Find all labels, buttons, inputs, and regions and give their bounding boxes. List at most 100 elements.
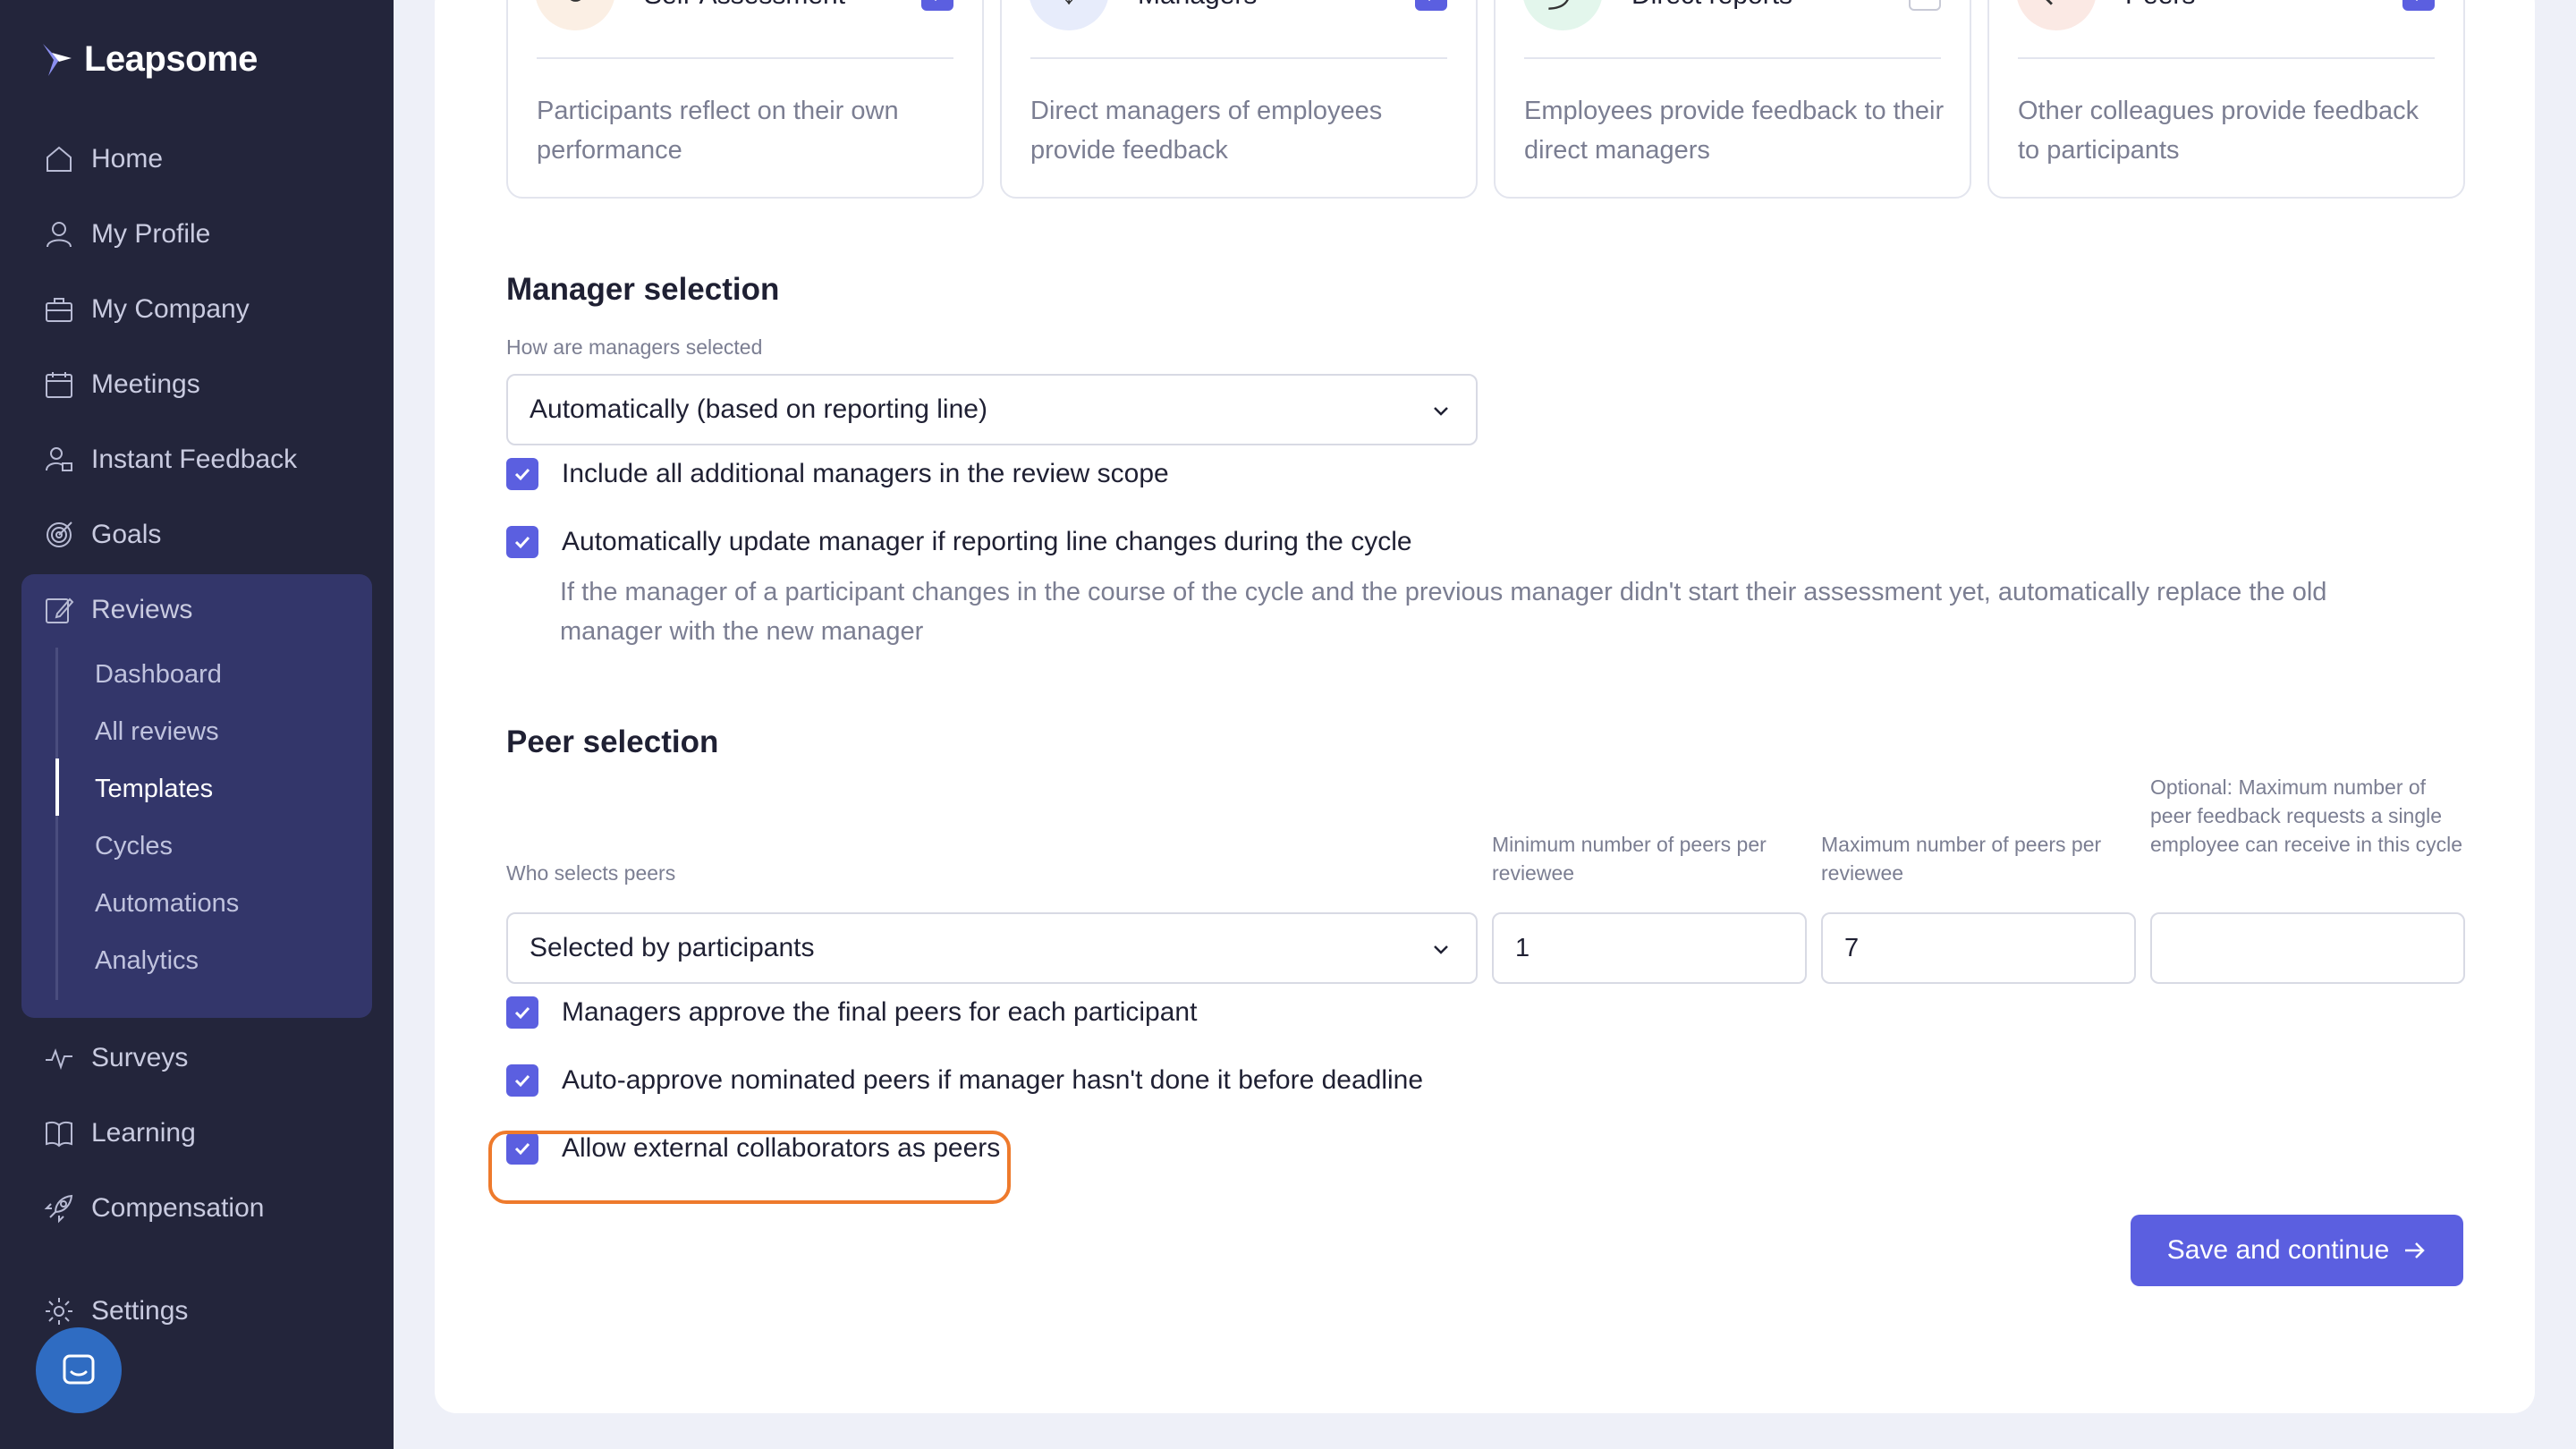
rocket-icon: [44, 1194, 73, 1224]
sidebar-subitem-automations[interactable]: Automations: [95, 878, 239, 928]
book-icon: [46, 1121, 72, 1148]
divider: [537, 57, 953, 59]
sidebar-item-label: My Profile: [91, 219, 211, 249]
sidebar-item-label: Home: [91, 144, 164, 174]
swap-icon: ⇄: [2016, 0, 2097, 30]
save-and-continue-button[interactable]: Save and continue: [2131, 1215, 2463, 1286]
provider-checkbox[interactable]: [1909, 0, 1941, 11]
chevron-down-icon: [1434, 945, 1448, 954]
sidebar-subitem-templates[interactable]: Templates: [95, 764, 213, 814]
arrow-down-icon: ↓: [1029, 0, 1109, 30]
sidebar-subitem-dashboard[interactable]: Dashboard: [95, 649, 222, 699]
sidebar-item-label: Reviews: [91, 595, 193, 624]
sidebar-item-label: My Company: [91, 294, 250, 324]
sidebar-item-label: Settings: [91, 1296, 189, 1326]
checkbox-label: Managers approve the final peers for eac…: [562, 997, 1198, 1027]
auto-update-manager-row[interactable]: Automatically update manager if reportin…: [506, 526, 1412, 558]
target-icon: [47, 521, 72, 547]
briefcase-icon: [46, 298, 72, 322]
manager-selection-title: Manager selection: [506, 272, 780, 307]
max-peers-input[interactable]: [1821, 912, 2136, 984]
sidebar-item-label: Learning: [91, 1118, 196, 1148]
sidebar-item-compensation[interactable]: Compensation: [43, 1183, 264, 1233]
max-peers-label: Maximum number of peers per reviewee: [1821, 833, 2102, 885]
manager-select-label: How are managers selected: [506, 335, 763, 359]
auto-update-manager-checkbox[interactable]: [506, 526, 538, 558]
save-button-label: Save and continue: [2166, 1235, 2390, 1265]
divider: [1030, 57, 1447, 59]
managers-approve-peers-checkbox[interactable]: [506, 996, 538, 1029]
sidebar-item-my-profile[interactable]: My Profile: [43, 209, 210, 259]
select-value: Selected by participants: [530, 933, 815, 962]
sidebar-item-learning[interactable]: Learning: [43, 1108, 196, 1158]
peer-selection-title: Peer selection: [506, 724, 719, 759]
sidebar-item-home[interactable]: Home: [43, 134, 163, 184]
checkbox-label: Auto-approve nominated peers if manager …: [562, 1065, 1424, 1095]
logo-text: Leapsome: [84, 39, 258, 79]
sidebar-item-label: Meetings: [91, 369, 200, 399]
sidebar-item-meetings[interactable]: Meetings: [43, 360, 200, 410]
sidebar-item-goals[interactable]: Goals: [43, 510, 161, 560]
home-icon: [47, 146, 72, 172]
min-peers-label: Minimum number of peers per reviewee: [1492, 833, 1767, 885]
support-chat-button[interactable]: [36, 1327, 122, 1413]
provider-card-direct-reports[interactable]: ⤴ Direct reports Employees provide feedb…: [1494, 0, 1971, 199]
checkbox-label: Include all additional managers in the r…: [562, 459, 1169, 488]
managers-approve-peers-row[interactable]: Managers approve the final peers for eac…: [506, 996, 1197, 1029]
provider-checkbox[interactable]: [2402, 0, 2435, 11]
arrow-up-icon: ⤴: [1522, 0, 1603, 30]
provider-card-self-assessment[interactable]: ↻ Self-Assessment Participants reflect o…: [506, 0, 984, 199]
sidebar-item-my-company[interactable]: My Company: [43, 284, 250, 335]
min-peers-input[interactable]: [1492, 912, 1807, 984]
gear-icon: [46, 1298, 72, 1325]
leapsome-logo[interactable]: Leapsome: [39, 39, 258, 80]
provider-description: Employees provide feedback to their dire…: [1524, 97, 1945, 165]
sidebar-item-label: Instant Feedback: [91, 445, 298, 474]
include-additional-managers-checkbox[interactable]: [506, 458, 538, 490]
submenu-rail: [55, 648, 58, 1000]
sidebar-item-label: Surveys: [91, 1043, 189, 1072]
who-selects-peers-select[interactable]: Selected by participants: [506, 912, 1478, 984]
sidebar-subitem-analytics[interactable]: Analytics: [95, 936, 199, 986]
highlight-outline: [488, 1131, 1011, 1204]
auto-approve-peers-row[interactable]: Auto-approve nominated peers if manager …: [506, 1064, 1423, 1097]
provider-card-managers[interactable]: ↓ Managers Direct managers of employees …: [1000, 0, 1478, 199]
provider-card-peers[interactable]: ⇄ Peers Other colleagues provide feedbac…: [1987, 0, 2465, 199]
provider-description: Other colleagues provide feedback to par…: [2018, 97, 2419, 165]
arrow-right-icon: [2405, 1242, 2426, 1258]
provider-checkbox[interactable]: [921, 0, 953, 11]
provider-description: Direct managers of employees provide fee…: [1030, 97, 1383, 165]
max-requests-label: Optional: Maximum number of peer feedbac…: [2150, 775, 2462, 856]
pulse-icon: [46, 1048, 72, 1071]
sidebar-subitem-all-reviews[interactable]: All reviews: [95, 707, 219, 757]
select-value: Automatically (based on reporting line): [530, 394, 987, 424]
max-requests-input[interactable]: [2150, 912, 2465, 984]
provider-checkbox[interactable]: [1415, 0, 1447, 11]
provider-title: Peers: [2125, 0, 2195, 11]
chevron-down-icon: [1434, 407, 1448, 416]
sidebar-subitem-cycles[interactable]: Cycles: [95, 821, 173, 871]
chat-icon: [63, 1354, 95, 1385]
auto-approve-peers-checkbox[interactable]: [506, 1064, 538, 1097]
refresh-icon: ↻: [535, 0, 615, 30]
auto-update-help-text: If the manager of a participant changes …: [560, 578, 2327, 646]
feedback-icon: [46, 447, 72, 471]
sidebar: Leapsome Home My Profile My Company Meet…: [0, 0, 394, 1449]
sidebar-item-label: Goals: [91, 520, 162, 549]
manager-selection-select[interactable]: Automatically (based on reporting line): [506, 374, 1478, 445]
provider-title: Self-Assessment: [644, 0, 845, 11]
include-additional-managers-row[interactable]: Include all additional managers in the r…: [506, 458, 1169, 490]
calendar-icon: [46, 372, 72, 398]
sidebar-item-instant-feedback[interactable]: Instant Feedback: [43, 435, 297, 485]
checkbox-label: Automatically update manager if reportin…: [562, 527, 1412, 556]
provider-title: Managers: [1138, 0, 1257, 11]
divider: [2018, 57, 2435, 59]
user-icon: [47, 222, 72, 248]
provider-description: Participants reflect on their own perfor…: [537, 97, 899, 165]
sidebar-item-label: Compensation: [91, 1193, 265, 1223]
sidebar-item-reviews[interactable]: Reviews: [43, 585, 192, 635]
sidebar-item-surveys[interactable]: Surveys: [43, 1033, 188, 1083]
provider-title: Direct reports: [1631, 0, 1792, 11]
who-selects-peers-label: Who selects peers: [506, 861, 676, 885]
edit-icon: [46, 597, 74, 623]
